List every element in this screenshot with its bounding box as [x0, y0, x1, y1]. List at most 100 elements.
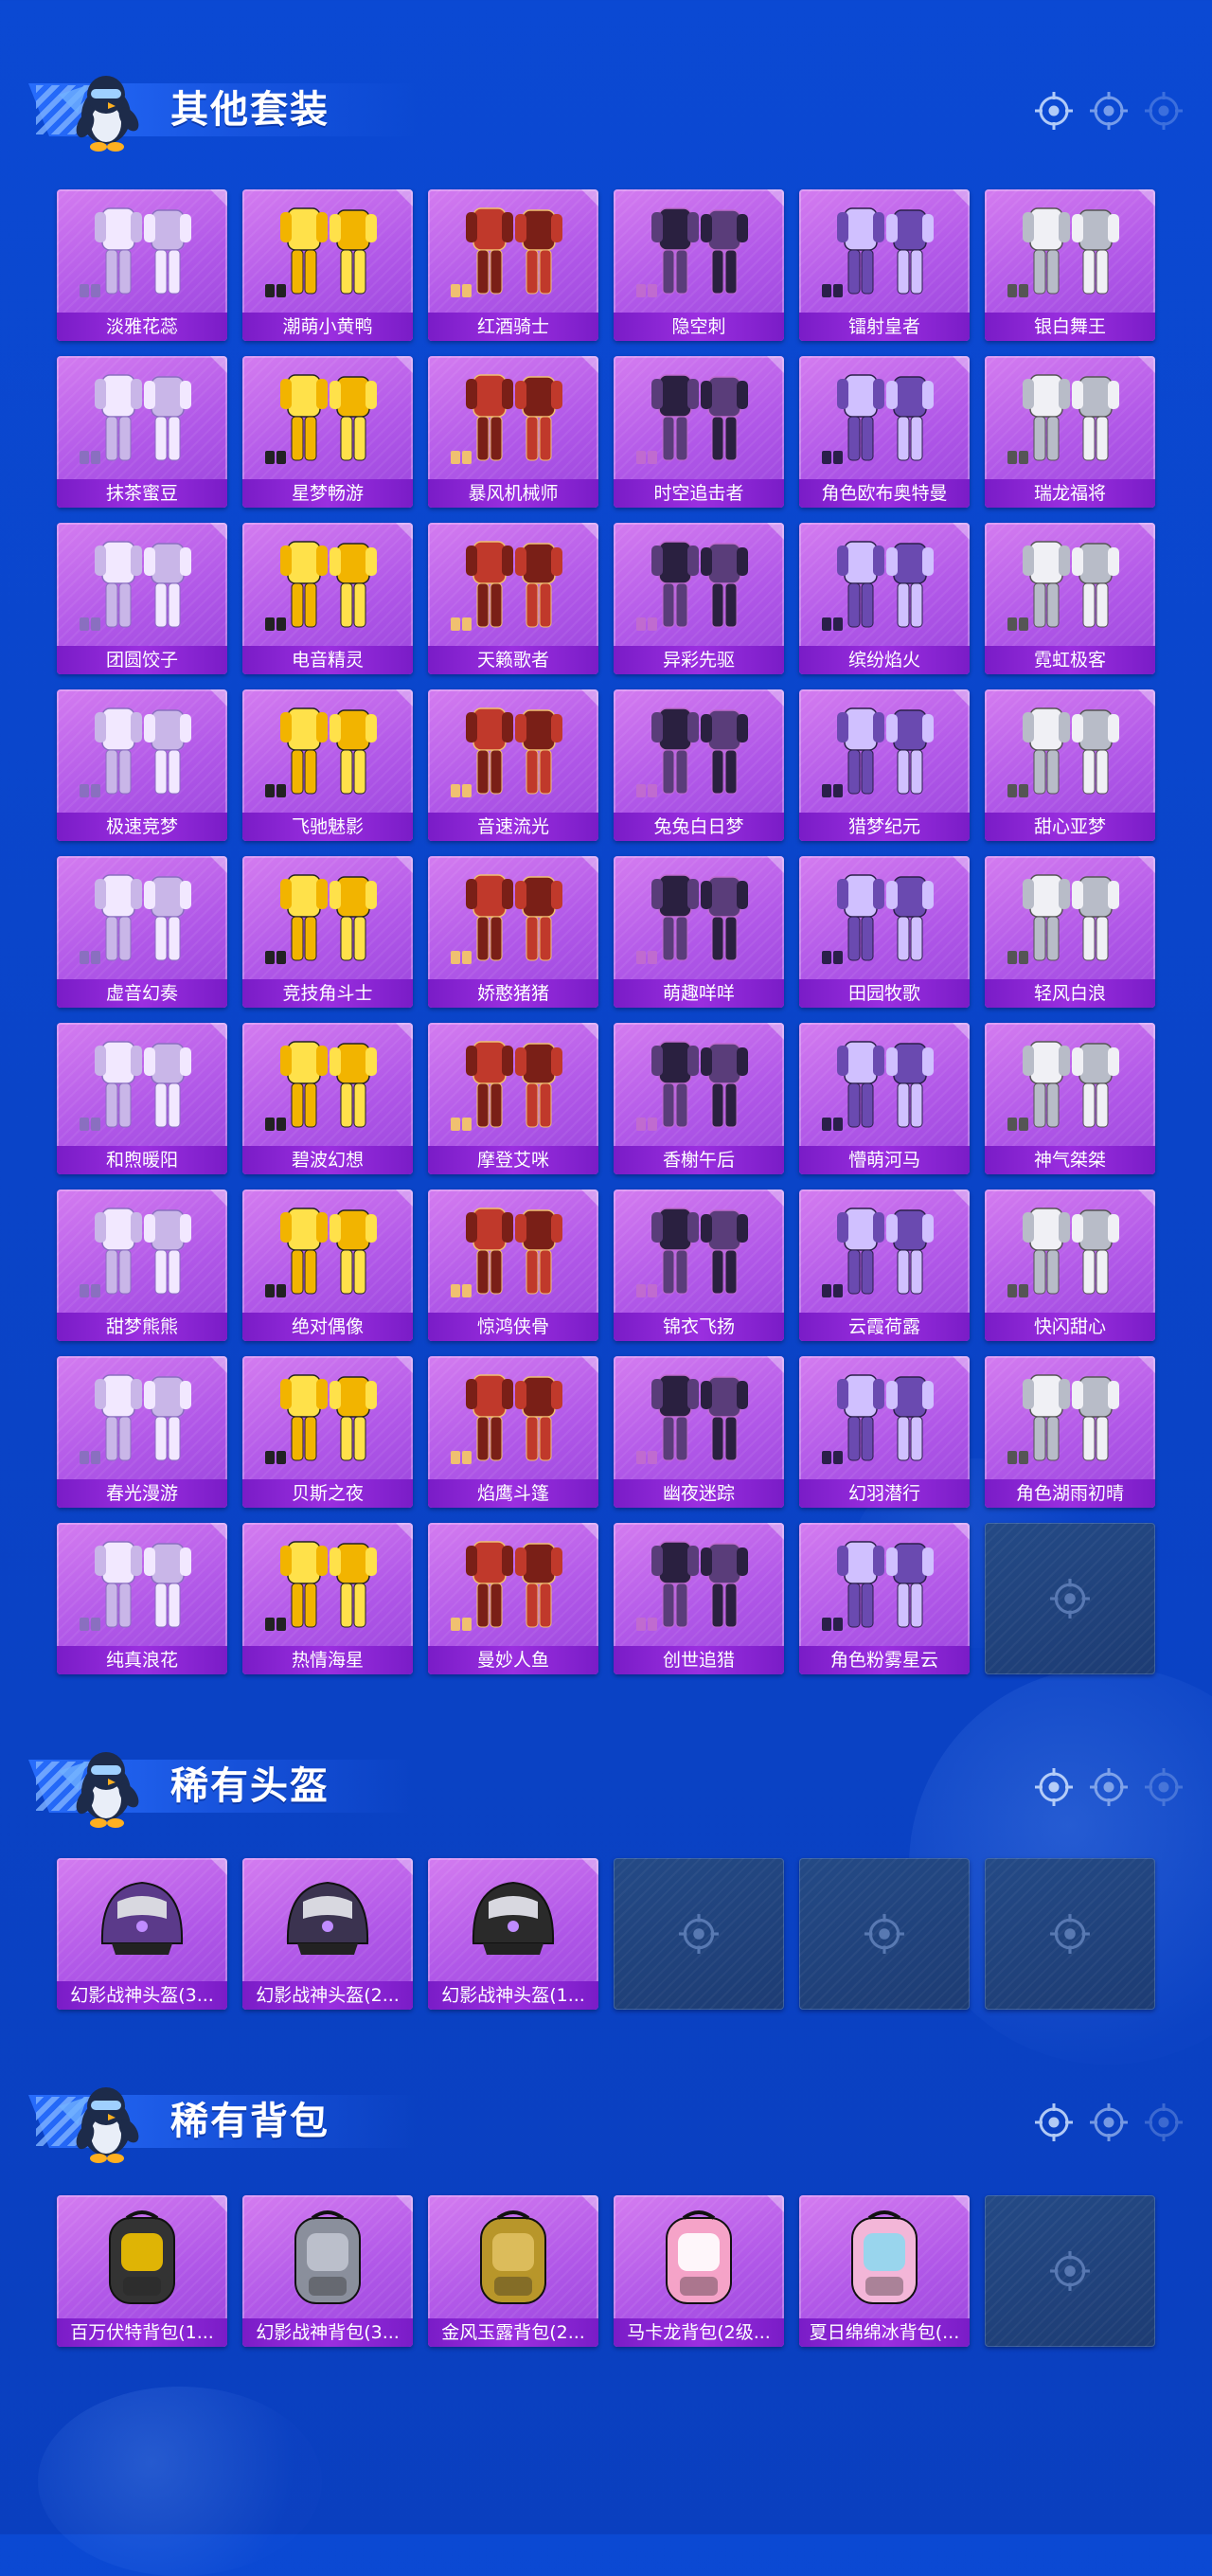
card-corner-decoration: [767, 856, 784, 873]
item-card[interactable]: 金风玉露背包(2...: [428, 2195, 598, 2347]
item-card[interactable]: 田园牧歌: [799, 856, 970, 1008]
card-corner-decoration: [210, 856, 227, 873]
card-corner-decoration: [1138, 356, 1155, 373]
item-card[interactable]: 竞技角斗士: [242, 856, 413, 1008]
item-card[interactable]: 团圆饺子: [57, 523, 227, 674]
item-card[interactable]: 萌趣咩咩: [614, 856, 784, 1008]
item-name: 萌趣咩咩: [614, 979, 784, 1008]
backpack-image: [74, 2205, 210, 2309]
item-card[interactable]: 飞驰魅影: [242, 689, 413, 841]
item-name: 曼妙人鱼: [428, 1646, 598, 1674]
item-card[interactable]: 幻影战神头盔(3...: [57, 1858, 227, 2010]
item-card[interactable]: 幻影战神头盔(1...: [428, 1858, 598, 2010]
outfit-image: [816, 1199, 953, 1303]
card-corner-decoration: [210, 1356, 227, 1373]
item-card[interactable]: 时空追击者: [614, 356, 784, 508]
item-name: 惊鸿侠骨: [428, 1313, 598, 1341]
item-card[interactable]: 幻羽潜行: [799, 1356, 970, 1508]
card-corner-decoration: [953, 1356, 970, 1373]
item-card[interactable]: 异彩先驱: [614, 523, 784, 674]
outfit-image: [1002, 366, 1138, 470]
item-card[interactable]: 百万伏特背包(1...: [57, 2195, 227, 2347]
item-card[interactable]: 角色粉雾星云: [799, 1523, 970, 1674]
helmet-image: [445, 1868, 581, 1972]
card-corner-decoration: [396, 1023, 413, 1040]
item-card[interactable]: 快闪甜心: [985, 1190, 1155, 1341]
item-card[interactable]: 天籁歌者: [428, 523, 598, 674]
item-card[interactable]: 潮萌小黄鸭: [242, 189, 413, 341]
item-card[interactable]: 幻影战神头盔(2...: [242, 1858, 413, 2010]
item-card[interactable]: 电音精灵: [242, 523, 413, 674]
item-card[interactable]: 和煦暖阳: [57, 1023, 227, 1174]
item-card[interactable]: 甜心亚梦: [985, 689, 1155, 841]
item-card[interactable]: 暴风机械师: [428, 356, 598, 508]
card-corner-decoration: [210, 523, 227, 540]
outfit-image: [631, 199, 767, 303]
card-corner-decoration: [1138, 689, 1155, 707]
card-corner-decoration: [581, 856, 598, 873]
item-card[interactable]: 懵萌河马: [799, 1023, 970, 1174]
item-name: 幻影战神头盔(3...: [57, 1981, 227, 2010]
item-card[interactable]: 淡雅花蕊: [57, 189, 227, 341]
item-card[interactable]: 幽夜迷踪: [614, 1356, 784, 1508]
item-name: 飞驰魅影: [242, 813, 413, 841]
item-card[interactable]: 惊鸿侠骨: [428, 1190, 598, 1341]
outfit-image: [259, 1199, 396, 1303]
item-card[interactable]: 焰鹰斗篷: [428, 1356, 598, 1508]
item-card[interactable]: 马卡龙背包(2级...: [614, 2195, 784, 2347]
item-name: 兔兔白日梦: [614, 813, 784, 841]
item-card[interactable]: 创世追猎: [614, 1523, 784, 1674]
item-name: 幻影战神头盔(1...: [428, 1981, 598, 2010]
item-card[interactable]: 抹茶蜜豆: [57, 356, 227, 508]
item-card[interactable]: 曼妙人鱼: [428, 1523, 598, 1674]
header-deco-icons: [1034, 1767, 1184, 1807]
card-corner-decoration: [1138, 189, 1155, 206]
item-card[interactable]: 音速流光: [428, 689, 598, 841]
crosshair-icon: [1049, 1913, 1091, 1955]
card-corner-decoration: [396, 1523, 413, 1540]
item-name: 纯真浪花: [57, 1646, 227, 1674]
item-card[interactable]: 虚音幻奏: [57, 856, 227, 1008]
item-name: 快闪甜心: [985, 1313, 1155, 1341]
item-card[interactable]: 绝对偶像: [242, 1190, 413, 1341]
card-corner-decoration: [581, 1023, 598, 1040]
outfit-image: [816, 1532, 953, 1637]
card-corner-decoration: [396, 189, 413, 206]
item-card[interactable]: 甜梦熊熊: [57, 1190, 227, 1341]
item-card[interactable]: 隐空刺: [614, 189, 784, 341]
item-card[interactable]: 娇憨猪猪: [428, 856, 598, 1008]
item-card[interactable]: 摩登艾咪: [428, 1023, 598, 1174]
item-card[interactable]: 香榭午后: [614, 1023, 784, 1174]
item-card[interactable]: 夏日绵绵冰背包(...: [799, 2195, 970, 2347]
item-card[interactable]: 热情海星: [242, 1523, 413, 1674]
item-card[interactable]: 神气桀桀: [985, 1023, 1155, 1174]
item-card[interactable]: 兔兔白日梦: [614, 689, 784, 841]
outfit-image: [631, 866, 767, 970]
empty-slot: [985, 1523, 1155, 1674]
item-card[interactable]: 碧波幻想: [242, 1023, 413, 1174]
item-card[interactable]: 极速竞梦: [57, 689, 227, 841]
outfit-image: [1002, 1366, 1138, 1470]
item-card[interactable]: 角色湖雨初晴: [985, 1356, 1155, 1508]
item-card[interactable]: 贝斯之夜: [242, 1356, 413, 1508]
item-card[interactable]: 镭射皇者: [799, 189, 970, 341]
item-card[interactable]: 星梦畅游: [242, 356, 413, 508]
item-card[interactable]: 锦衣飞扬: [614, 1190, 784, 1341]
item-name: 轻风白浪: [985, 979, 1155, 1008]
item-card[interactable]: 银白舞王: [985, 189, 1155, 341]
item-card[interactable]: 纯真浪花: [57, 1523, 227, 1674]
item-card[interactable]: 缤纷焰火: [799, 523, 970, 674]
outfit-image: [816, 699, 953, 803]
card-corner-decoration: [581, 1523, 598, 1540]
item-card[interactable]: 春光漫游: [57, 1356, 227, 1508]
item-card[interactable]: 红酒骑士: [428, 189, 598, 341]
item-card[interactable]: 云霞荷露: [799, 1190, 970, 1341]
item-card[interactable]: 霓虹极客: [985, 523, 1155, 674]
item-card[interactable]: 轻风白浪: [985, 856, 1155, 1008]
item-card[interactable]: 角色欧布奥特曼: [799, 356, 970, 508]
outfit-image: [1002, 866, 1138, 970]
item-card[interactable]: 猎梦纪元: [799, 689, 970, 841]
item-card[interactable]: 瑞龙福将: [985, 356, 1155, 508]
card-corner-decoration: [581, 2195, 598, 2212]
item-card[interactable]: 幻影战神背包(3...: [242, 2195, 413, 2347]
